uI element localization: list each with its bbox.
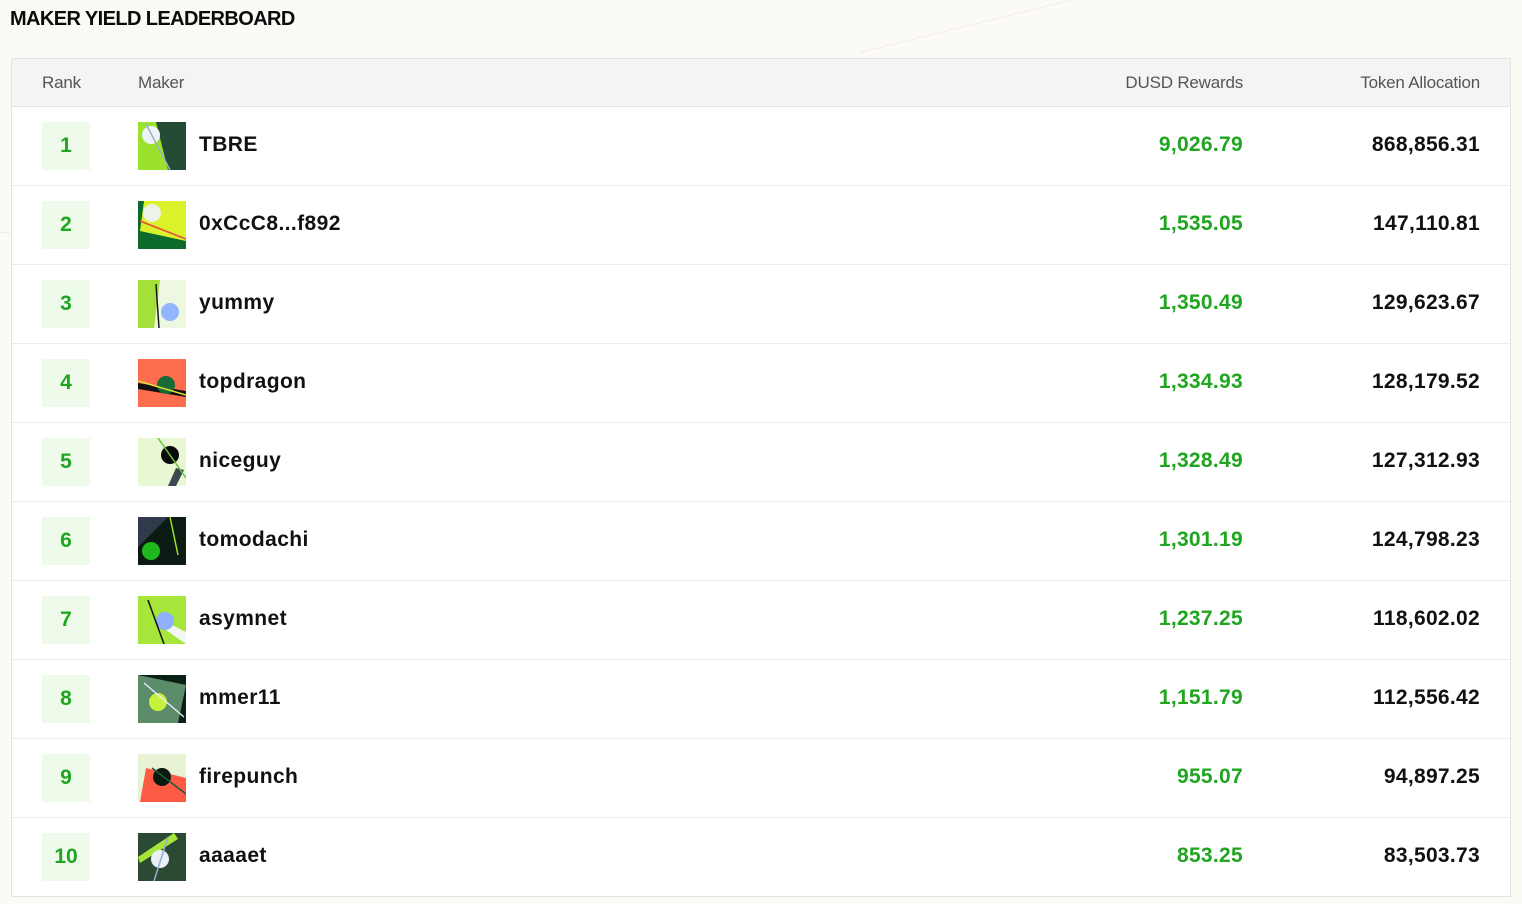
table-row[interactable]: 6 tomodachi 1,301.19 124,798.23 (12, 502, 1510, 581)
abstract-avatar-icon (138, 201, 186, 249)
dusd-rewards-value: 1,301.19 (1158, 528, 1243, 551)
abstract-avatar-icon (138, 122, 186, 170)
header-dusd-rewards[interactable]: DUSD Rewards (1125, 73, 1243, 93)
dusd-rewards-value: 9,026.79 (1158, 133, 1243, 156)
abstract-avatar-icon (138, 359, 186, 407)
maker-name[interactable]: topdragon (199, 370, 306, 394)
rank-badge: 3 (42, 280, 90, 328)
maker-name[interactable]: firepunch (199, 765, 298, 789)
table-row[interactable]: 2 0xCcC8...f892 1,535.05 147,110.81 (12, 186, 1510, 265)
table-row[interactable]: 3 yummy 1,350.49 129,623.67 (12, 265, 1510, 344)
leaderboard-table: Rank Maker DUSD Rewards Token Allocation… (11, 58, 1511, 897)
maker-name[interactable]: aaaaet (199, 844, 267, 868)
token-allocation-value: 124,798.23 (1371, 528, 1480, 551)
table-row[interactable]: 8 mmer11 1,151.79 112,556.42 (12, 660, 1510, 739)
header-rank[interactable]: Rank (42, 73, 81, 93)
token-allocation-value: 94,897.25 (1383, 765, 1480, 788)
background-decoration (860, 0, 1094, 53)
rank-badge: 8 (42, 675, 90, 723)
maker-name[interactable]: 0xCcC8...f892 (199, 212, 341, 236)
table-row[interactable]: 1 TBRE 9,026.79 868,856.31 (12, 107, 1510, 186)
dusd-rewards-value: 1,535.05 (1158, 212, 1243, 235)
header-token-allocation[interactable]: Token Allocation (1360, 73, 1480, 93)
abstract-avatar-icon (138, 833, 186, 881)
token-allocation-value: 118,602.02 (1373, 607, 1480, 630)
table-header: Rank Maker DUSD Rewards Token Allocation (12, 59, 1510, 107)
token-allocation-value: 127,312.93 (1371, 449, 1480, 472)
rank-badge: 9 (42, 754, 90, 802)
maker-name[interactable]: tomodachi (199, 528, 309, 552)
dusd-rewards-value: 1,237.25 (1158, 607, 1243, 630)
rank-badge: 6 (42, 517, 90, 565)
abstract-avatar-icon (138, 280, 186, 328)
maker-name[interactable]: yummy (199, 291, 275, 315)
token-allocation-value: 128,179.52 (1371, 370, 1480, 393)
table-row[interactable]: 7 asymnet 1,237.25 118,602.02 (12, 581, 1510, 660)
token-allocation-value: 147,110.81 (1373, 212, 1480, 235)
dusd-rewards-value: 955.07 (1176, 765, 1243, 788)
table-row[interactable]: 4 topdragon 1,334.93 128,179.52 (12, 344, 1510, 423)
table-row[interactable]: 5 niceguy 1,328.49 127,312.93 (12, 423, 1510, 502)
maker-name[interactable]: niceguy (199, 449, 281, 473)
token-allocation-value: 868,856.31 (1371, 133, 1480, 156)
header-maker[interactable]: Maker (138, 73, 184, 93)
abstract-avatar-icon (138, 754, 186, 802)
dusd-rewards-value: 853.25 (1176, 844, 1243, 867)
rank-badge: 5 (42, 438, 90, 486)
maker-name[interactable]: mmer11 (199, 686, 281, 710)
rank-badge: 2 (42, 201, 90, 249)
background-decoration (0, 232, 10, 233)
abstract-avatar-icon (138, 675, 186, 723)
dusd-rewards-value: 1,328.49 (1158, 449, 1243, 472)
rank-badge: 4 (42, 359, 90, 407)
maker-name[interactable]: asymnet (199, 607, 287, 631)
rank-badge: 10 (42, 833, 90, 881)
dusd-rewards-value: 1,334.93 (1158, 370, 1243, 393)
token-allocation-value: 112,556.42 (1373, 686, 1480, 709)
page: MAKER YIELD LEADERBOARD Rank Maker DUSD … (0, 0, 1522, 904)
rank-badge: 1 (42, 122, 90, 170)
page-title: MAKER YIELD LEADERBOARD (10, 8, 295, 30)
abstract-avatar-icon (138, 517, 186, 565)
table-row[interactable]: 10 aaaaet 853.25 83,503.73 (12, 818, 1510, 897)
abstract-avatar-icon (138, 596, 186, 644)
dusd-rewards-value: 1,350.49 (1158, 291, 1243, 314)
maker-name[interactable]: TBRE (199, 133, 258, 157)
abstract-avatar-icon (138, 438, 186, 486)
table-body: 1 TBRE 9,026.79 868,856.31 2 0xCcC8...f892 1,5… (12, 107, 1510, 897)
token-allocation-value: 129,623.67 (1371, 291, 1480, 314)
dusd-rewards-value: 1,151.79 (1158, 686, 1243, 709)
token-allocation-value: 83,503.73 (1383, 844, 1480, 867)
table-row[interactable]: 9 firepunch 955.07 94,897.25 (12, 739, 1510, 818)
rank-badge: 7 (42, 596, 90, 644)
